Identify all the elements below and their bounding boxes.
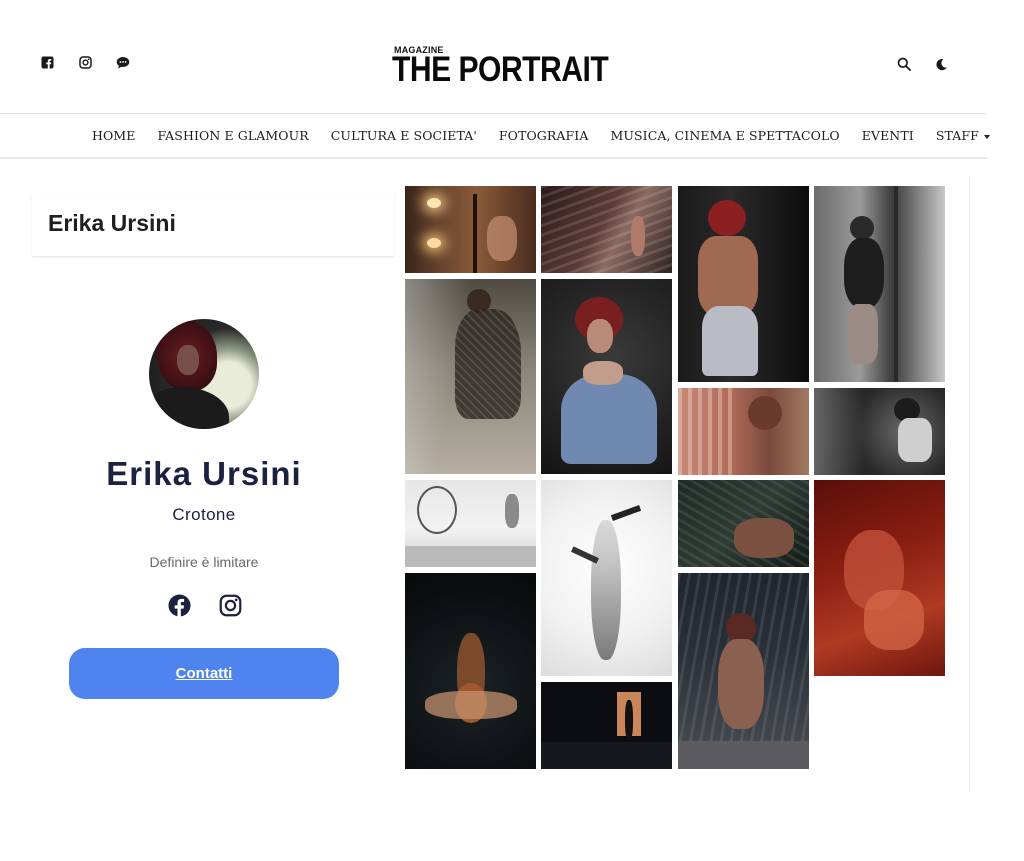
gallery-photo[interactable] [405,186,536,273]
header-divider [0,113,987,114]
instagram-icon[interactable] [219,594,242,621]
nav-item-staff-label: STAFF [935,128,979,143]
nav-item-eventi[interactable]: EVENTI [862,128,914,143]
header-actions [897,56,948,75]
profile-name: Erika Ursini [106,455,302,492]
gallery-photo[interactable] [541,186,672,273]
chat-icon[interactable] [116,55,130,69]
nav-item-fotografia[interactable]: FOTOGRAFIA [499,128,589,143]
profile-tagline: Definire è limitare [149,554,259,570]
profile-title-box: Erika Ursini [32,193,394,256]
gallery-photo[interactable] [405,573,536,769]
gallery-photo[interactable] [814,186,945,382]
gallery-photo[interactable] [541,682,672,769]
moon-icon[interactable] [935,56,948,75]
gallery-photo[interactable] [678,388,809,475]
chevron-down-icon [983,134,990,139]
contact-button[interactable]: Contatti [69,648,339,699]
content-right-border [969,178,970,790]
nav-item-fashion[interactable]: FASHION E GLAMOUR [157,128,308,143]
nav-item-cultura[interactable]: CULTURA E SOCIETA' [331,128,477,143]
search-icon[interactable] [897,56,911,75]
gallery-photo[interactable] [541,480,672,676]
header-social-links [40,55,130,69]
gallery-photo[interactable] [814,480,945,676]
profile-social-links [168,594,242,621]
nav-item-musica[interactable]: MUSICA, CINEMA E SPETTACOLO [610,128,839,143]
site-logo[interactable]: MAGAZINE THE PORTRAIT [392,44,609,89]
nav-item-home[interactable]: HOME [92,128,135,143]
logo-title-text: THE PORTRAIT [392,50,609,89]
gallery-photo[interactable] [405,279,536,474]
gallery-photo[interactable] [678,186,809,382]
gallery-photo[interactable] [541,279,672,474]
nav-divider [0,157,987,159]
profile-box-title: Erika Ursini [48,210,176,236]
instagram-icon[interactable] [78,55,92,69]
gallery-photo[interactable] [678,573,809,769]
facebook-icon[interactable] [40,55,54,69]
gallery-photo[interactable] [678,480,809,567]
avatar [149,319,259,429]
main-navigation: HOME FASHION E GLAMOUR CULTURA E SOCIETA… [92,128,1012,143]
nav-item-staff[interactable]: STAFF [936,128,990,143]
gallery-photo[interactable] [814,388,945,475]
gallery-photo[interactable] [405,480,536,567]
profile-city: Crotone [172,505,236,524]
facebook-icon[interactable] [168,594,191,621]
